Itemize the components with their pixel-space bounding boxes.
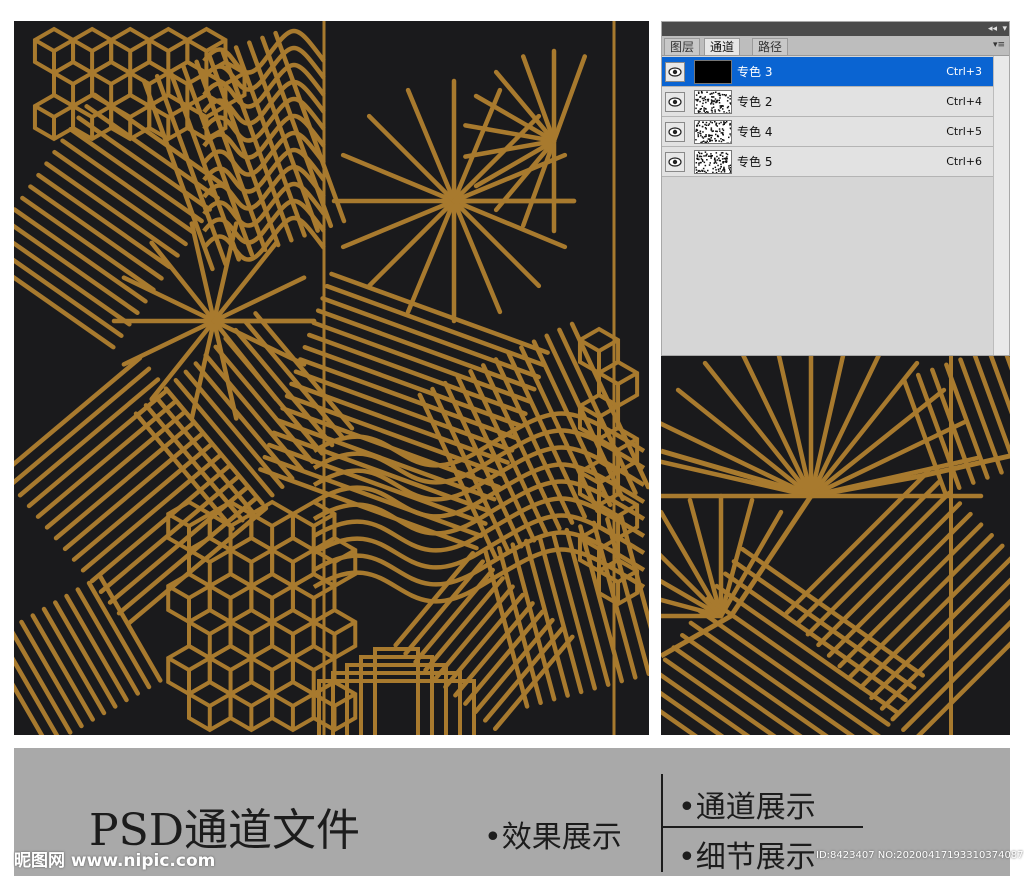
panel-tabs: 图层 通道 路径 ▾≡ xyxy=(662,36,1009,56)
visibility-eye-icon[interactable] xyxy=(665,152,685,172)
channel-name: 专色 4 xyxy=(737,125,773,139)
channel-thumbnail xyxy=(694,90,732,114)
channel-shortcut: Ctrl+3 xyxy=(946,65,982,78)
channel-thumbnail xyxy=(694,60,732,84)
caption-divider xyxy=(661,774,663,872)
channel-name: 专色 5 xyxy=(737,155,773,169)
channel-row-spot2[interactable]: 专色 2 Ctrl+4 xyxy=(662,87,994,117)
visibility-eye-icon[interactable] xyxy=(665,122,685,142)
visibility-eye-icon[interactable] xyxy=(665,62,685,82)
panel-menu-icon[interactable]: ▾≡ xyxy=(993,38,1005,53)
channels-panel: ◂◂ ▾ 图层 通道 路径 ▾≡ 专色 3 Ctrl+3 专色 2 Ctrl+4… xyxy=(661,21,1010,356)
watermark-logo: 昵图网 www.nipic.com xyxy=(14,851,216,871)
caption-effect-label: •效果展示 xyxy=(484,820,622,855)
double-chevron-icon[interactable]: ◂◂ xyxy=(988,22,997,36)
tab-layers[interactable]: 图层 xyxy=(664,38,701,55)
tab-channels[interactable]: 通道 xyxy=(704,38,741,55)
watermark-id: ID:8423407 NO:20200417193310374087 xyxy=(816,850,1024,861)
channel-row-spot4[interactable]: 专色 4 Ctrl+5 xyxy=(662,117,994,147)
tab-paths[interactable]: 路径 xyxy=(752,38,789,55)
pattern-preview-image xyxy=(14,21,649,735)
caption-divider xyxy=(663,826,863,828)
channel-thumbnail xyxy=(694,150,732,174)
channel-name: 专色 2 xyxy=(737,95,773,109)
caption-detail-label: •细节展示 xyxy=(678,840,816,875)
channel-shortcut: Ctrl+4 xyxy=(946,95,982,108)
channel-name: 专色 3 xyxy=(737,65,773,79)
channel-thumbnail xyxy=(694,120,732,144)
caption-channel-label: •通道展示 xyxy=(678,790,816,825)
channel-shortcut: Ctrl+5 xyxy=(946,125,982,138)
panel-scrollbar[interactable] xyxy=(993,56,1009,355)
visibility-eye-icon[interactable] xyxy=(665,92,685,112)
channel-row-spot3[interactable]: 专色 3 Ctrl+3 xyxy=(662,57,994,87)
pattern-detail-image xyxy=(661,356,1010,735)
channel-row-spot5[interactable]: 专色 5 Ctrl+6 xyxy=(662,147,994,177)
channel-shortcut: Ctrl+6 xyxy=(946,155,982,168)
panel-titlebar: ◂◂ ▾ xyxy=(662,22,1009,36)
close-icon[interactable]: ▾ xyxy=(1002,22,1007,36)
